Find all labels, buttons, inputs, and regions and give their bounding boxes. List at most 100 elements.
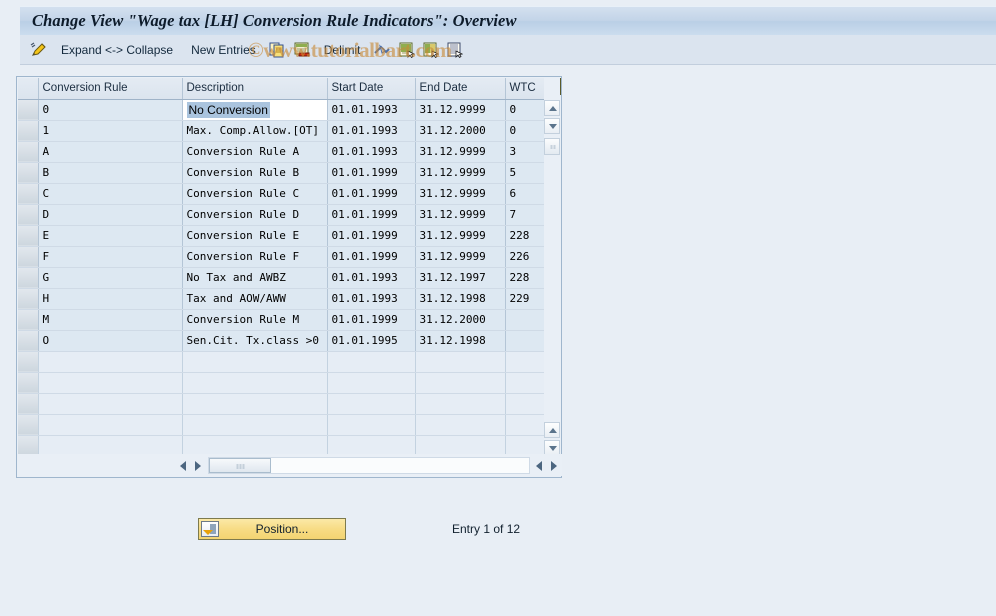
cell-end[interactable]: 31.12.9999 [415,141,506,163]
cell-start[interactable]: 01.01.1999 [327,225,416,247]
row-selector-cell[interactable] [18,414,39,436]
row-selector-cell[interactable] [18,183,39,205]
cell-rule[interactable]: A [38,141,183,163]
column-header-conversion-rule[interactable]: Conversion Rule [38,78,183,100]
empty-cell[interactable] [38,435,183,456]
cell-wtc[interactable]: 226 [505,246,546,268]
scroll-down-button[interactable] [544,118,560,134]
delete-row-button[interactable] [290,39,315,61]
page-up-button[interactable] [544,422,560,438]
cell-end[interactable]: 31.12.1997 [415,267,506,289]
row-selector-cell[interactable] [18,204,39,226]
cell-start[interactable]: 01.01.1999 [327,204,416,226]
cell-start[interactable]: 01.01.1993 [327,288,416,310]
empty-cell[interactable] [415,414,506,436]
cell-rule[interactable]: 1 [38,120,183,142]
column-header-end-date[interactable]: End Date [415,78,506,100]
cell-rule[interactable]: C [38,183,183,205]
table-row[interactable]: H Tax and AOW/AWW 01.01.1993 31.12.1998 229 [18,288,546,310]
cell-rule[interactable]: 0 [38,99,183,121]
row-selector-cell[interactable] [18,309,39,331]
empty-cell[interactable] [38,351,183,373]
empty-cell[interactable] [327,435,416,456]
cell-end[interactable]: 31.12.1998 [415,330,506,352]
cell-end[interactable]: 31.12.2000 [415,120,506,142]
cell-rule[interactable]: E [38,225,183,247]
table-row-empty[interactable] [18,414,546,436]
cell-wtc[interactable]: 6 [505,183,546,205]
cell-start[interactable]: 01.01.1993 [327,120,416,142]
table-row-empty[interactable] [18,351,546,373]
table-row[interactable]: M Conversion Rule M 01.01.1999 31.12.2000 [18,309,546,331]
edit-button[interactable] [26,39,52,61]
cell-end[interactable]: 31.12.9999 [415,246,506,268]
cell-description[interactable]: Conversion Rule B [182,162,328,184]
cell-start[interactable]: 01.01.1999 [327,246,416,268]
row-selector-cell[interactable] [18,330,39,352]
scroll-right-button-end[interactable] [547,458,562,473]
table-row[interactable]: 0 No Conversion 01.01.1993 31.12.9999 0 [18,99,546,121]
cell-wtc[interactable]: 229 [505,288,546,310]
cell-rule[interactable]: B [38,162,183,184]
empty-cell[interactable] [505,393,546,415]
empty-cell[interactable] [182,351,328,373]
select-all-cell[interactable] [18,78,39,100]
cell-start[interactable]: 01.01.1993 [327,141,416,163]
row-selector-cell[interactable] [18,99,39,121]
row-selector-cell[interactable] [18,267,39,289]
table-row[interactable]: E Conversion Rule E 01.01.1999 31.12.9999 22… [18,225,546,247]
cell-rule[interactable]: H [38,288,183,310]
cell-rule[interactable]: F [38,246,183,268]
cell-wtc[interactable]: 0 [505,99,546,121]
cell-start[interactable]: 01.01.1993 [327,99,416,121]
cell-rule[interactable]: O [38,330,183,352]
table-row[interactable]: D Conversion Rule D 01.01.1999 31.12.9999 7 [18,204,546,226]
cell-end[interactable]: 31.12.9999 [415,183,506,205]
empty-cell[interactable] [327,414,416,436]
empty-cell[interactable] [415,435,506,456]
horizontal-scrollbar[interactable] [18,454,562,476]
horizontal-scroll-track[interactable] [208,456,530,474]
row-selector-cell[interactable] [18,435,39,456]
scroll-left-button-end[interactable] [532,458,547,473]
row-selector-cell[interactable] [18,120,39,142]
cell-description[interactable]: Conversion Rule E [182,225,328,247]
empty-cell[interactable] [327,351,416,373]
select-layout-button[interactable] [443,39,467,61]
empty-cell[interactable] [415,393,506,415]
cell-description[interactable]: Conversion Rule M [182,309,328,331]
cell-wtc[interactable] [505,309,546,331]
cell-end[interactable]: 31.12.9999 [415,204,506,226]
cell-description[interactable]: Tax and AOW/AWW [182,288,328,310]
cell-description[interactable]: No Tax and AWBZ [182,267,328,289]
cell-start[interactable]: 01.01.1995 [327,330,416,352]
column-header-start-date[interactable]: Start Date [327,78,416,100]
expand-collapse-button[interactable]: Expand <-> Collapse [52,39,182,61]
table-row[interactable]: G No Tax and AWBZ 01.01.1993 31.12.1997 228 [18,267,546,289]
cell-end[interactable]: 31.12.9999 [415,225,506,247]
table-row-empty[interactable] [18,435,546,456]
table-row[interactable]: A Conversion Rule A 01.01.1993 31.12.9999 3 [18,141,546,163]
row-selector-cell[interactable] [18,141,39,163]
empty-cell[interactable] [327,393,416,415]
copy-as-button[interactable] [265,39,290,61]
cell-rule[interactable]: G [38,267,183,289]
row-selector-cell[interactable] [18,162,39,184]
table-row-empty[interactable] [18,372,546,394]
table-row[interactable]: F Conversion Rule F 01.01.1999 31.12.9999 22… [18,246,546,268]
table-row[interactable]: O Sen.Cit. Tx.class >0 01.01.1995 31.12.199… [18,330,546,352]
row-selector-cell[interactable] [18,225,39,247]
column-header-wtc[interactable]: WTC [505,78,546,100]
cell-wtc[interactable]: 7 [505,204,546,226]
cell-rule[interactable]: M [38,309,183,331]
cell-wtc[interactable]: 3 [505,141,546,163]
cell-wtc[interactable]: 5 [505,162,546,184]
horizontal-scroll-thumb[interactable] [209,457,271,473]
position-button[interactable]: Position... [198,518,346,540]
cell-start[interactable]: 01.01.1999 [327,162,416,184]
empty-cell[interactable] [327,372,416,394]
empty-cell[interactable] [182,393,328,415]
cell-start[interactable]: 01.01.1999 [327,309,416,331]
delimit-button[interactable]: Delimit [315,39,370,61]
cell-description[interactable]: Conversion Rule C [182,183,328,205]
